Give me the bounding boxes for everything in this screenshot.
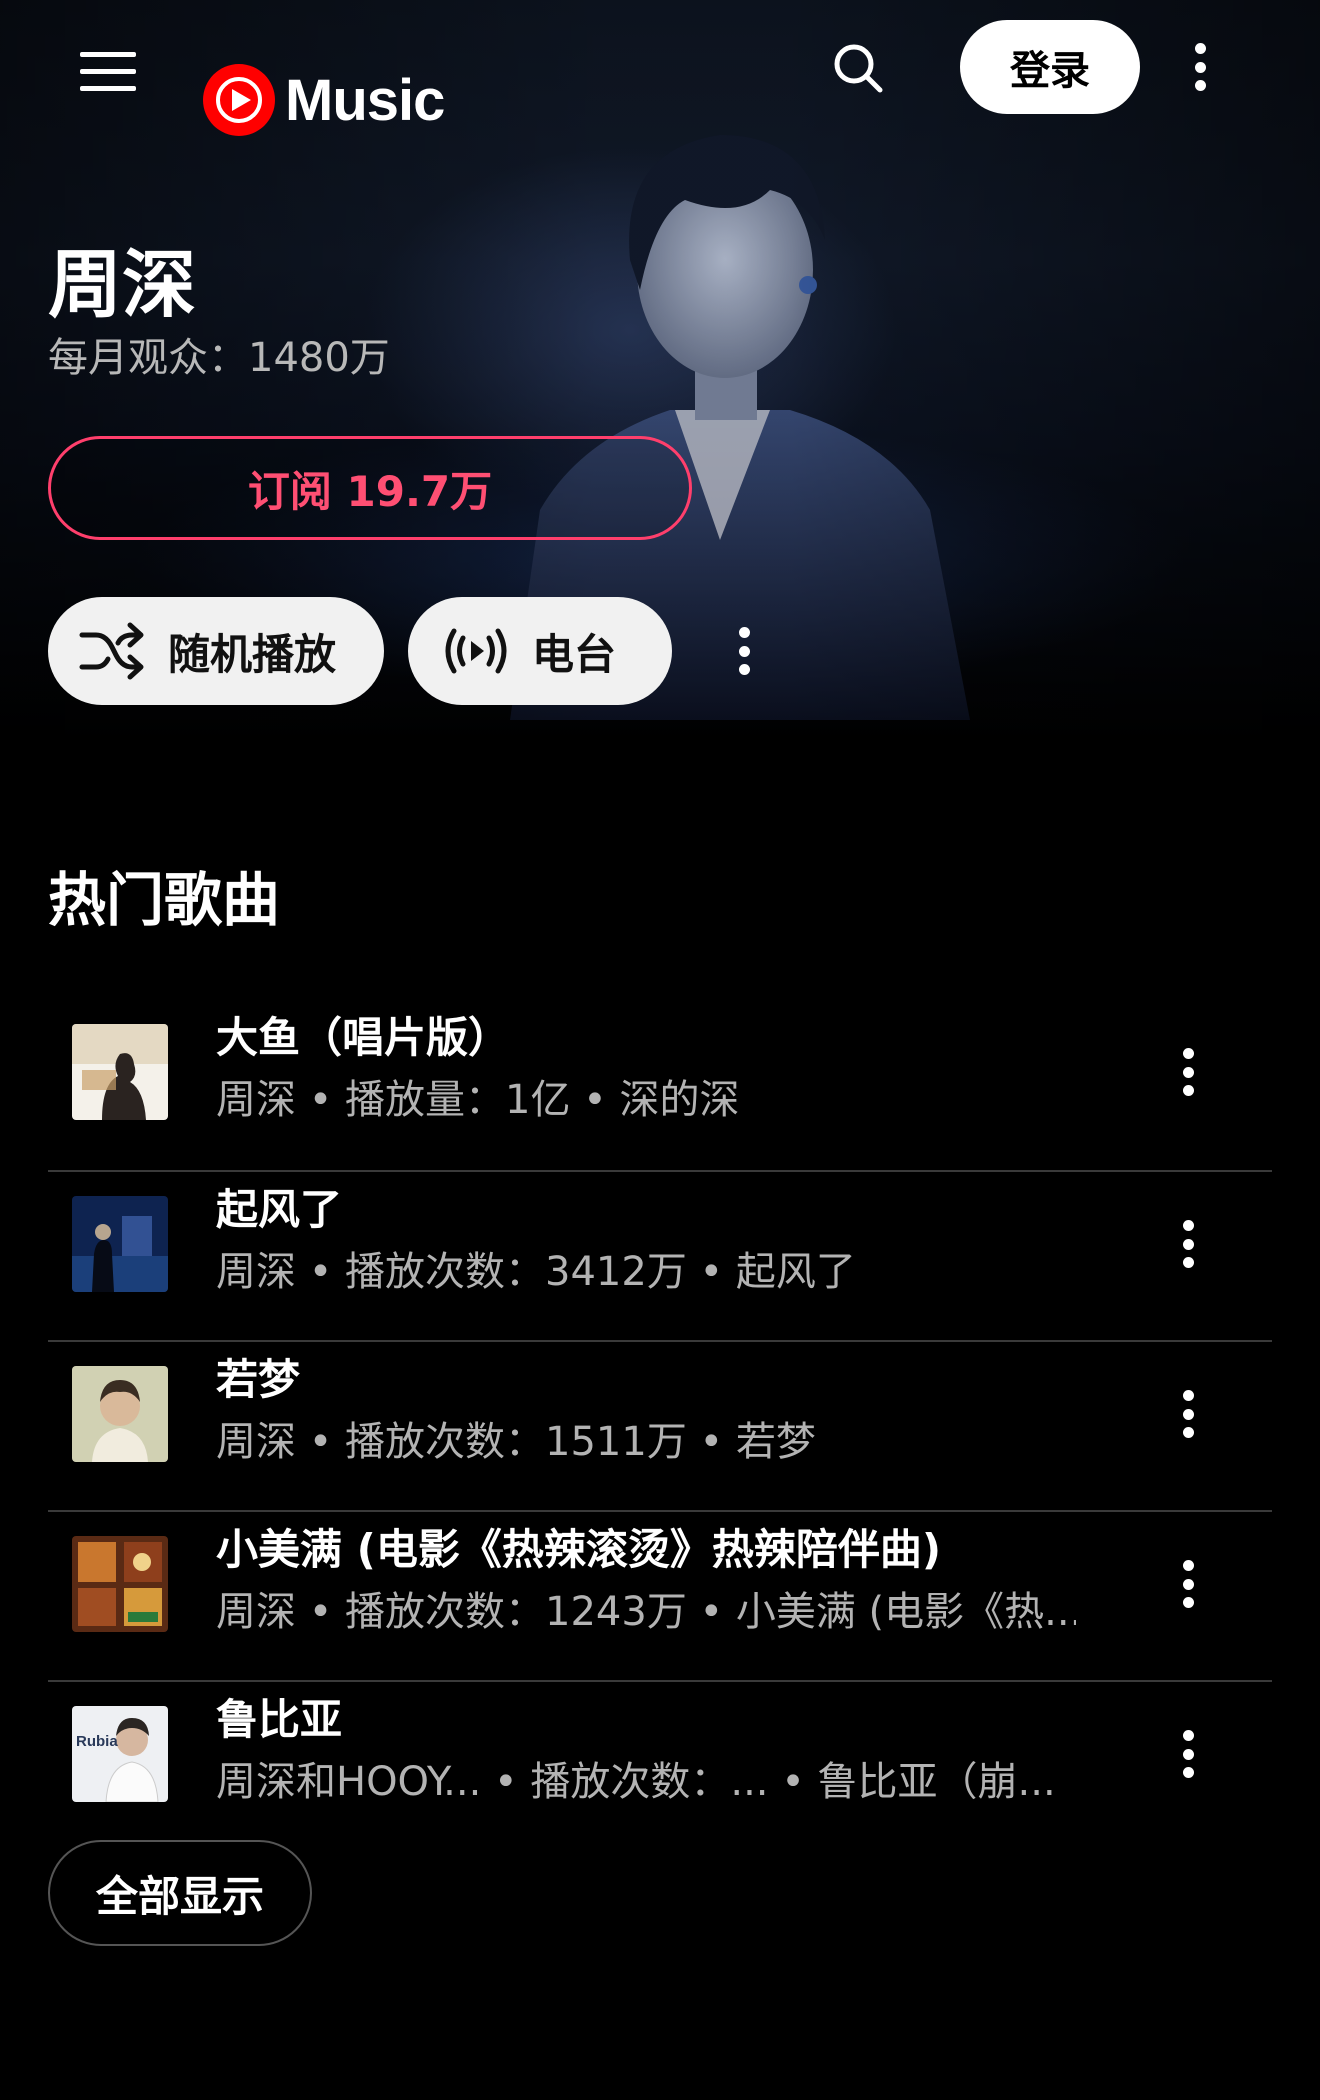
- song-title: 大鱼（唱片版）: [216, 1013, 511, 1062]
- song-thumbnail: Rubia: [72, 1706, 168, 1802]
- song-thumbnail: [72, 1536, 168, 1632]
- artist-name: 周深: [48, 242, 196, 328]
- more-vert-icon[interactable]: [1168, 1208, 1208, 1280]
- song-row[interactable]: 大鱼（唱片版） 周深 • 播放量：1亿 • 深的深: [48, 1000, 1272, 1170]
- artist-actions: 随机播放 电台: [48, 596, 764, 706]
- song-title: 若梦: [216, 1355, 301, 1404]
- top-songs-list: 大鱼（唱片版） 周深 • 播放量：1亿 • 深的深 起风了 周深 • 播放次数：…: [48, 1000, 1272, 1850]
- song-meta: 周深和HOOY... • 播放次数：... • 鲁比亚（崩...: [216, 1759, 1056, 1805]
- top-app-bar: Music 登录: [0, 0, 1320, 140]
- more-vert-icon[interactable]: [1168, 1548, 1208, 1620]
- song-row[interactable]: 小美满 (电影《热辣滚烫》热辣陪伴曲) 周深 • 播放次数：1243万 • 小美…: [48, 1510, 1272, 1680]
- youtube-music-logo[interactable]: Music: [203, 64, 445, 136]
- shuffle-button[interactable]: 随机播放: [48, 597, 384, 705]
- song-row[interactable]: 若梦 周深 • 播放次数：1511万 • 若梦: [48, 1340, 1272, 1510]
- shuffle-label: 随机播放: [168, 629, 337, 679]
- song-thumbnail-text: Rubia: [76, 1733, 118, 1750]
- more-vert-icon[interactable]: [1168, 1036, 1208, 1108]
- more-vert-icon[interactable]: [1168, 1378, 1208, 1450]
- subscribe-button[interactable]: 订阅 19.7万: [48, 436, 692, 540]
- login-button[interactable]: 登录: [960, 20, 1140, 114]
- song-thumbnail: [72, 1366, 168, 1462]
- song-title: 小美满 (电影《热辣滚烫》热辣陪伴曲): [216, 1525, 942, 1574]
- more-vert-icon[interactable]: [1178, 30, 1222, 104]
- song-meta: 周深 • 播放次数：1511万 • 若梦: [216, 1419, 816, 1465]
- show-all-button[interactable]: 全部显示: [48, 1840, 312, 1946]
- song-thumbnail: [72, 1196, 168, 1292]
- search-icon[interactable]: [820, 26, 896, 110]
- hamburger-menu-icon[interactable]: [66, 30, 150, 114]
- more-vert-icon[interactable]: [1168, 1718, 1208, 1790]
- monthly-audience: 每月观众：1480万: [48, 335, 390, 381]
- song-row[interactable]: 起风了 周深 • 播放次数：3412万 • 起风了: [48, 1170, 1272, 1340]
- song-row[interactable]: Rubia 鲁比亚 周深和HOOY... • 播放次数：... • 鲁比亚（崩.…: [48, 1680, 1272, 1850]
- song-thumbnail: [72, 1024, 168, 1120]
- shuffle-icon: [78, 621, 146, 681]
- top-songs-title: 热门歌曲: [48, 866, 281, 934]
- song-meta: 周深 • 播放次数：3412万 • 起风了: [216, 1249, 856, 1295]
- logo-text: Music: [285, 67, 445, 133]
- song-meta: 周深 • 播放量：1亿 • 深的深: [216, 1077, 740, 1123]
- radio-label: 电台: [532, 629, 617, 679]
- song-meta: 周深 • 播放次数：1243万 • 小美满 (电影《热...: [216, 1589, 1076, 1635]
- radio-button[interactable]: 电台: [408, 597, 672, 705]
- youtube-music-logo-icon: [203, 64, 275, 136]
- song-title: 鲁比亚: [216, 1695, 343, 1744]
- radio-broadcast-icon: [442, 625, 510, 677]
- more-vert-icon[interactable]: [724, 611, 764, 691]
- song-title: 起风了: [216, 1185, 343, 1234]
